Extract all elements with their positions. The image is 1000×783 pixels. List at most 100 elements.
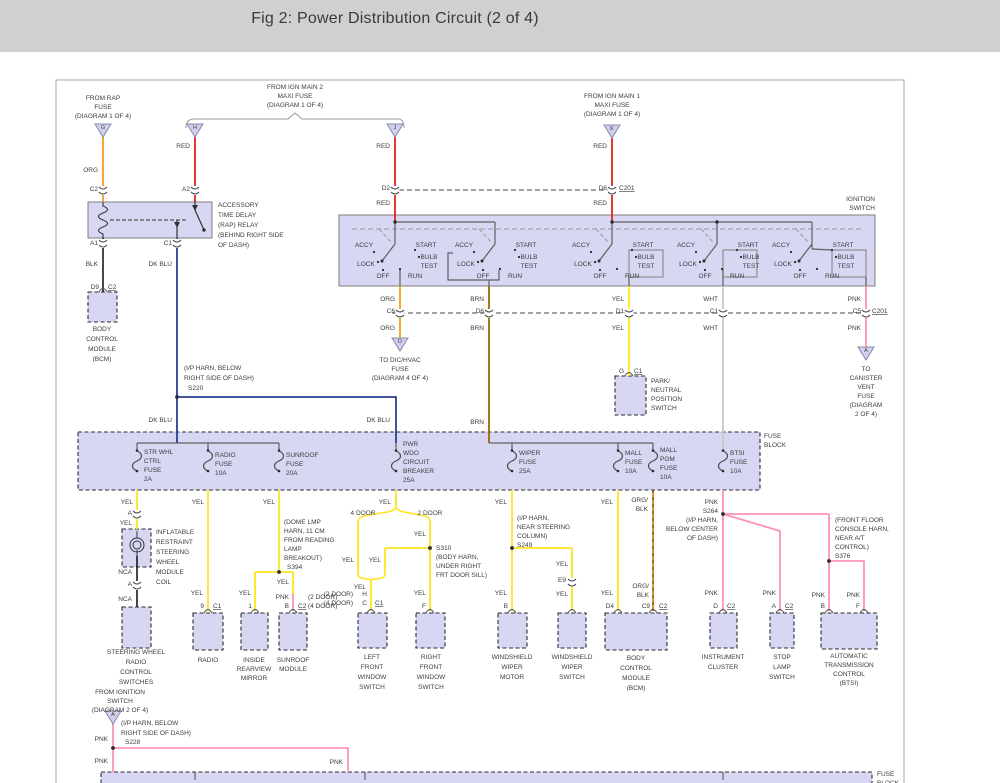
- contact-dot: [372, 250, 376, 254]
- contact-dot: [589, 250, 593, 254]
- diagram-label: 2A: [144, 476, 153, 483]
- diagram-label: S376: [835, 553, 851, 560]
- park-neutral-switch-box: [614, 375, 647, 416]
- diagram-label: DK BLU: [149, 417, 173, 424]
- contact-dot: [517, 255, 521, 259]
- diagram-label: C5: [853, 308, 862, 315]
- diagram-label: START: [738, 242, 759, 249]
- diagram-label: RESTRAINT: [156, 539, 193, 546]
- diagram-label: C6: [387, 308, 396, 315]
- diagram-label: YEL: [369, 557, 382, 564]
- splice-dot: [175, 395, 179, 399]
- diagram-label: YEL: [601, 499, 614, 506]
- contact-dot: [398, 267, 402, 271]
- diagram-label: YEL: [556, 591, 569, 598]
- contact-dot: [739, 255, 743, 259]
- diagram-label: PNK: [763, 590, 777, 597]
- diagram-label: YEL: [121, 499, 134, 506]
- diagram-label: FROM IGN MAIN 1: [584, 93, 640, 100]
- diagram-label: YEL: [556, 561, 569, 568]
- diagram-label: PNK: [848, 325, 862, 332]
- diagram-label: FUSE: [877, 771, 895, 778]
- diagram-label: NEAR A/T: [835, 535, 865, 542]
- diagram-label: VENT: [857, 384, 874, 391]
- diagram-label: (BCM): [93, 356, 112, 363]
- wire: [113, 747, 349, 772]
- splice-dot: [721, 512, 725, 516]
- contact-dot: [694, 250, 698, 254]
- diagram-label: D4: [606, 603, 615, 610]
- diagram-label: PNK: [330, 759, 344, 766]
- diagram-label: MAXI FUSE: [277, 93, 313, 100]
- diagram-label: CTRL: [144, 458, 161, 465]
- diagram-label: LOCK: [774, 261, 792, 268]
- diagram-label: K: [610, 126, 614, 132]
- stop-lamp-switch-box: [769, 612, 795, 649]
- diagram-label: NCA: [118, 596, 132, 603]
- splice-dot: [616, 449, 620, 452]
- diagram-label: 9: [200, 603, 204, 610]
- diagram-label: MODULE: [622, 675, 650, 682]
- diagram-label: COIL: [156, 579, 172, 586]
- diagram-label: RADIO: [198, 657, 219, 664]
- splice-dot: [616, 469, 620, 473]
- bcm-box: [604, 612, 668, 651]
- diagram-label: OF DASH): [218, 242, 249, 249]
- diagram-label: WIPER: [519, 450, 541, 457]
- diagram-label: BTSI: [730, 450, 745, 457]
- diagram-label: (DIAGRAM 4 OF 4): [372, 375, 428, 382]
- diagram-label: C1: [164, 240, 173, 247]
- contact-dot: [381, 268, 385, 272]
- splice-dot: [428, 546, 432, 550]
- diagram-label: UNDER RIGHT: [436, 563, 481, 570]
- diagram-label: LEFT: [364, 654, 380, 661]
- diagram-label: RUN: [508, 273, 522, 280]
- diagram-label: LOCK: [357, 261, 375, 268]
- splice-dot: [510, 449, 514, 452]
- diagram-label: SWITCH: [651, 405, 677, 412]
- diagram-label: ACCESSORY: [218, 202, 259, 209]
- diagram-label: BRN: [470, 325, 484, 332]
- windshield-wiper-switch-box: [557, 612, 587, 649]
- diagram-label: CONTROL): [835, 544, 869, 551]
- diagram-label: (DOME LMP: [284, 519, 321, 526]
- sunroof-module-box: [278, 612, 308, 651]
- diagram-label: C1: [634, 368, 643, 375]
- diagram-label: CIRCUIT: [403, 459, 429, 466]
- diagram-label: INSTRUMENT: [702, 654, 745, 661]
- diagram-label: IGNITION: [846, 196, 875, 203]
- diagram-label: BELOW CENTER: [666, 526, 718, 533]
- diagram-label: YEL: [263, 499, 276, 506]
- diagram-label: MODULE: [279, 666, 307, 673]
- diagram-label: 25A: [519, 468, 531, 475]
- diagram-label: MODULE: [88, 346, 116, 353]
- diagram-label: D: [398, 339, 402, 345]
- contact-dot: [481, 268, 485, 272]
- diagram-label: RUN: [625, 273, 639, 280]
- diagram-label: PNK: [95, 736, 109, 743]
- diagram-label: WDO: [403, 450, 419, 457]
- diagram-label: REARVIEW: [237, 666, 272, 673]
- diagram-label: OFF: [594, 273, 607, 280]
- diagram-label: A: [772, 603, 777, 610]
- diagram-label: RIGHT: [421, 654, 441, 661]
- diagram-label: LAMP: [284, 546, 302, 553]
- diagram-label: 4 DOOR: [351, 510, 376, 517]
- diagram-label: OFF: [794, 273, 807, 280]
- contact-dot: [789, 250, 793, 254]
- diagram-label: BREAKOUT): [284, 555, 322, 562]
- splice-dot: [480, 259, 484, 263]
- diagram-label: PGM: [660, 456, 675, 463]
- diagram-label: PWR: [403, 441, 418, 448]
- contact-dot: [376, 260, 380, 264]
- splice-dot: [651, 469, 655, 473]
- diagram-label: YEL: [414, 590, 427, 597]
- diagram-label: D2: [382, 185, 391, 192]
- diagram-label: BULB: [521, 254, 538, 261]
- contact-dot: [413, 248, 417, 252]
- splice-dot: [597, 259, 601, 263]
- diagram-label: C9: [642, 603, 651, 610]
- diagram-label: S228: [125, 739, 141, 746]
- diagram-label: ORG: [83, 167, 98, 174]
- diagram-label: D6: [476, 308, 485, 315]
